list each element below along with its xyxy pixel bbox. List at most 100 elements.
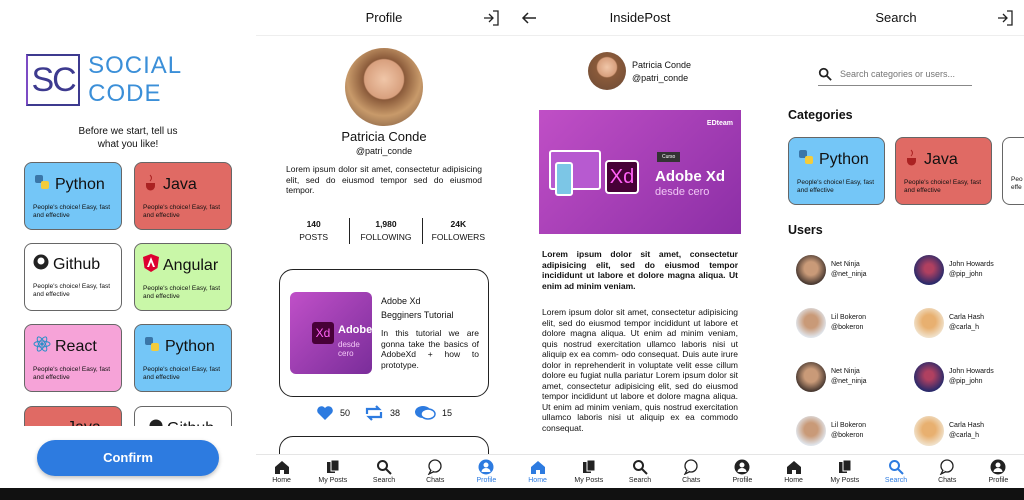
category-card-java[interactable]: Java People's choice! Easy, fast and eff… [134, 162, 232, 230]
nav-chats[interactable]: Chats [410, 455, 461, 488]
thumb-title: Adobe [338, 324, 372, 336]
xd-icon: Xd [605, 160, 639, 194]
reactions-row: 50 38 15 [316, 404, 452, 422]
search-category-partial[interactable]: Peo effe [1002, 137, 1024, 205]
profile-icon [990, 459, 1006, 475]
category-card-react[interactable]: React People's choice! Easy, fast and ef… [24, 324, 122, 392]
logout-icon[interactable] [996, 9, 1014, 27]
card-description: People's choice! Easy, fast and effectiv… [904, 179, 981, 194]
post-thumbnail: Xd Adobe desde cero [290, 292, 372, 374]
search-icon [633, 460, 648, 475]
user-item[interactable]: Lil Bokeron @bokeron [796, 308, 866, 338]
avatar [914, 416, 944, 446]
nav-my-posts[interactable]: My Posts [307, 455, 358, 488]
logout-icon[interactable] [482, 9, 500, 27]
banner-subtitle: desde cero [655, 186, 710, 198]
header: InsidePost [512, 0, 768, 36]
stat-followers: 24K FOLLOWERS [431, 219, 485, 242]
nav-search[interactable]: Search [870, 455, 921, 488]
chat-icon [683, 459, 698, 475]
chat-icon [939, 459, 954, 475]
share-icon[interactable] [364, 405, 384, 421]
user-item[interactable]: Net Ninja @net_ninja [796, 255, 867, 285]
page-title: Search [875, 10, 917, 25]
post-banner: EDteam Xd Curso Adobe Xd desde cero [539, 110, 741, 234]
card-title: Python [165, 337, 215, 355]
page-title: InsidePost [609, 10, 671, 25]
profile-icon [478, 459, 494, 475]
author-name: Patricia Conde [632, 60, 692, 70]
heart-icon[interactable] [316, 405, 334, 421]
user-item[interactable]: Lil Bokeron @bokeron [796, 416, 866, 446]
post-card[interactable]: Xd Adobe desde cero Adobe Xd Begginers T… [279, 269, 489, 397]
avatar [796, 255, 826, 285]
back-arrow-icon[interactable] [520, 9, 538, 27]
home-icon [786, 461, 801, 474]
nav-home[interactable]: Home [768, 455, 819, 488]
user-item[interactable]: Carla Hash @carla_h [914, 308, 984, 338]
nav-chats[interactable]: Chats [922, 455, 973, 488]
nav-my-posts[interactable]: My Posts [819, 455, 870, 488]
comment-icon[interactable] [414, 404, 436, 422]
chat-icon [427, 459, 442, 475]
category-card-angular[interactable]: Angular People's choice! Easy, fast and … [134, 243, 232, 311]
card-description: People's choice! Easy, fast and effectiv… [33, 204, 110, 219]
home-icon [274, 461, 289, 474]
bottom-nav: Home My Posts Search Chats Profile [768, 454, 1024, 488]
nav-profile[interactable]: Profile [461, 455, 512, 488]
nav-profile[interactable]: Profile [717, 455, 768, 488]
user-item[interactable]: John Howards @pip_john [914, 255, 994, 285]
user-item[interactable]: Carla Hash @carla_h [914, 416, 984, 446]
confirm-button[interactable]: Confirm [37, 440, 219, 476]
onboarding-prompt: Before we start, tell us what you like! [78, 126, 178, 150]
logo-mark: SC [26, 54, 81, 106]
nav-profile[interactable]: Profile [973, 455, 1024, 488]
profile-icon [734, 459, 750, 475]
post-subtitle: Begginers Tutorial [381, 310, 454, 320]
user-item[interactable]: Net Ninja @net_ninja [796, 362, 867, 392]
github-icon [33, 254, 49, 275]
nav-home[interactable]: Home [512, 455, 563, 488]
course-tag: Curso [657, 152, 681, 162]
header: Profile [256, 0, 512, 36]
posts-icon [326, 459, 340, 473]
logo-text: SOCIAL CODE [88, 52, 182, 107]
share-count: 38 [390, 408, 401, 418]
profile-bio: Lorem ipsum dolor sit amet, consectetur … [286, 164, 482, 195]
page-title: Profile [365, 10, 403, 25]
avatar [796, 362, 826, 392]
card-title: Angular [163, 256, 219, 274]
card-description: People's choice! Easy, fast and effectiv… [797, 179, 874, 194]
card-title: Java [163, 175, 197, 193]
search-category-java[interactable]: Java People's choice! Easy, fast and eff… [895, 137, 992, 205]
nav-my-posts[interactable]: My Posts [563, 455, 614, 488]
category-card-python[interactable]: Python People's choice! Easy, fast and e… [134, 324, 232, 392]
card-description: People's choice! Easy, fast and effectiv… [33, 366, 110, 381]
nav-search[interactable]: Search [358, 455, 409, 488]
header: Search [768, 0, 1024, 36]
python-icon [33, 173, 51, 196]
nav-chats[interactable]: Chats [666, 455, 717, 488]
search-icon [377, 460, 392, 475]
avatar [796, 416, 826, 446]
category-card-python[interactable]: Python People's choice! Easy, fast and e… [24, 162, 122, 230]
card-description: People's choice! Easy, fast and effectiv… [143, 366, 220, 381]
card-description: People's choice! Easy, fast and effectiv… [143, 285, 220, 300]
avatar [914, 255, 944, 285]
nav-home[interactable]: Home [256, 455, 307, 488]
python-icon [797, 148, 815, 171]
profile-handle: @patri_conde [355, 146, 413, 156]
nav-search[interactable]: Search [614, 455, 665, 488]
react-icon [33, 335, 51, 358]
card-description: People's choice! Easy, fast and effectiv… [33, 283, 110, 298]
search-input[interactable] [840, 68, 968, 79]
profile-screen: Profile Patricia Conde @patri_conde Lore… [256, 0, 512, 488]
card-title: Python [55, 175, 105, 193]
bottom-nav: Home My Posts Search Chats Profile [512, 454, 768, 488]
user-item[interactable]: John Howards @pip_john [914, 362, 994, 392]
xd-icon: Xd [312, 322, 334, 344]
category-card-github[interactable]: Github People's choice! Easy, fast and e… [24, 243, 122, 311]
search-bar[interactable] [818, 62, 972, 86]
onboarding-screen: SC SOCIAL CODE Before we start, tell us … [0, 0, 256, 488]
search-category-python[interactable]: Python People's choice! Easy, fast and e… [788, 137, 885, 205]
